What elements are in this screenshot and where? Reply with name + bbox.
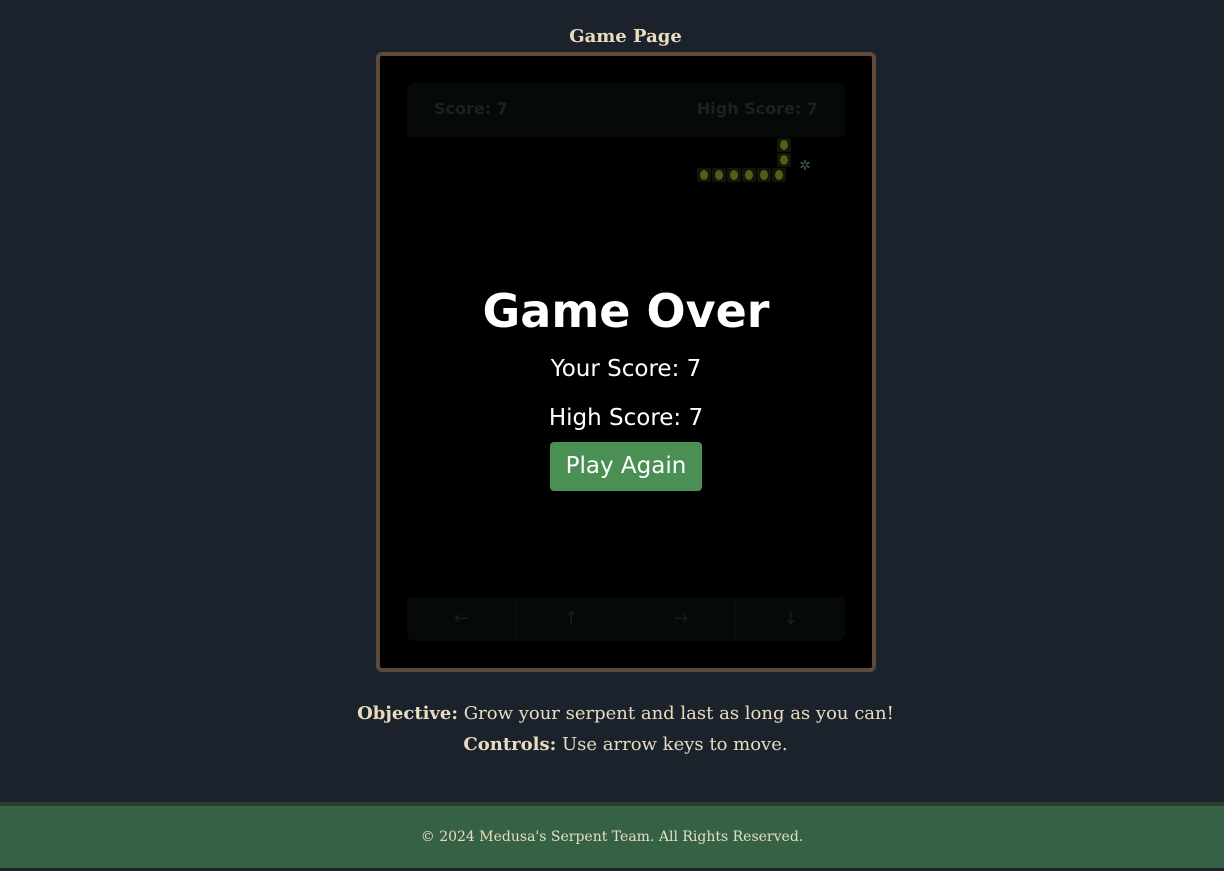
snake-segment xyxy=(777,153,791,167)
high-score-display: High Score: 7 xyxy=(696,99,818,118)
high-score-text: High Score: 7 xyxy=(548,405,704,431)
left-arrow-button[interactable]: ← xyxy=(407,597,517,641)
controls-label: Controls: xyxy=(463,734,557,755)
snake-segment xyxy=(777,138,791,152)
down-arrow-button[interactable]: ↓ xyxy=(736,597,845,641)
snake-segment xyxy=(712,168,726,182)
objective-text: Grow your serpent and last as long as yo… xyxy=(458,703,894,724)
score-bar: Score: 7 High Score: 7 xyxy=(407,83,845,137)
game-over-overlay: Game Over Your Score: 7 High Score: 7 Pl… xyxy=(407,281,845,491)
up-arrow-button[interactable]: ↑ xyxy=(517,597,627,641)
game-container: Score: 7 High Score: 7 ✲ ← ↑ → ↓ Game Ov… xyxy=(407,83,845,641)
footer: © 2024 Medusa's Serpent Team. All Rights… xyxy=(0,802,1224,868)
page-title: Game Page xyxy=(569,26,682,47)
snake-segment xyxy=(757,168,771,182)
right-arrow-button[interactable]: → xyxy=(627,597,737,641)
controls-text: Use arrow keys to move. xyxy=(556,734,788,755)
your-score-text: Your Score: 7 xyxy=(550,356,702,382)
play-again-button[interactable]: Play Again xyxy=(549,442,703,491)
footer-copyright: © 2024 Medusa's Serpent Team. All Rights… xyxy=(420,829,804,845)
objective-line: Objective: Grow your serpent and last as… xyxy=(0,703,1224,724)
game-frame: Score: 7 High Score: 7 ✲ ← ↑ → ↓ Game Ov… xyxy=(376,52,876,672)
objective-label: Objective: xyxy=(357,703,459,724)
score-display: Score: 7 xyxy=(434,99,508,118)
touch-controls: ← ↑ → ↓ xyxy=(407,597,845,641)
controls-line: Controls: Use arrow keys to move. xyxy=(0,734,1224,755)
snake-segment xyxy=(697,168,711,182)
snake-segment xyxy=(772,168,786,182)
medusa-head-icon: ✲ xyxy=(799,158,811,174)
snake-segment xyxy=(742,168,756,182)
snake-segment xyxy=(727,168,741,182)
game-over-title: Game Over xyxy=(482,284,770,338)
